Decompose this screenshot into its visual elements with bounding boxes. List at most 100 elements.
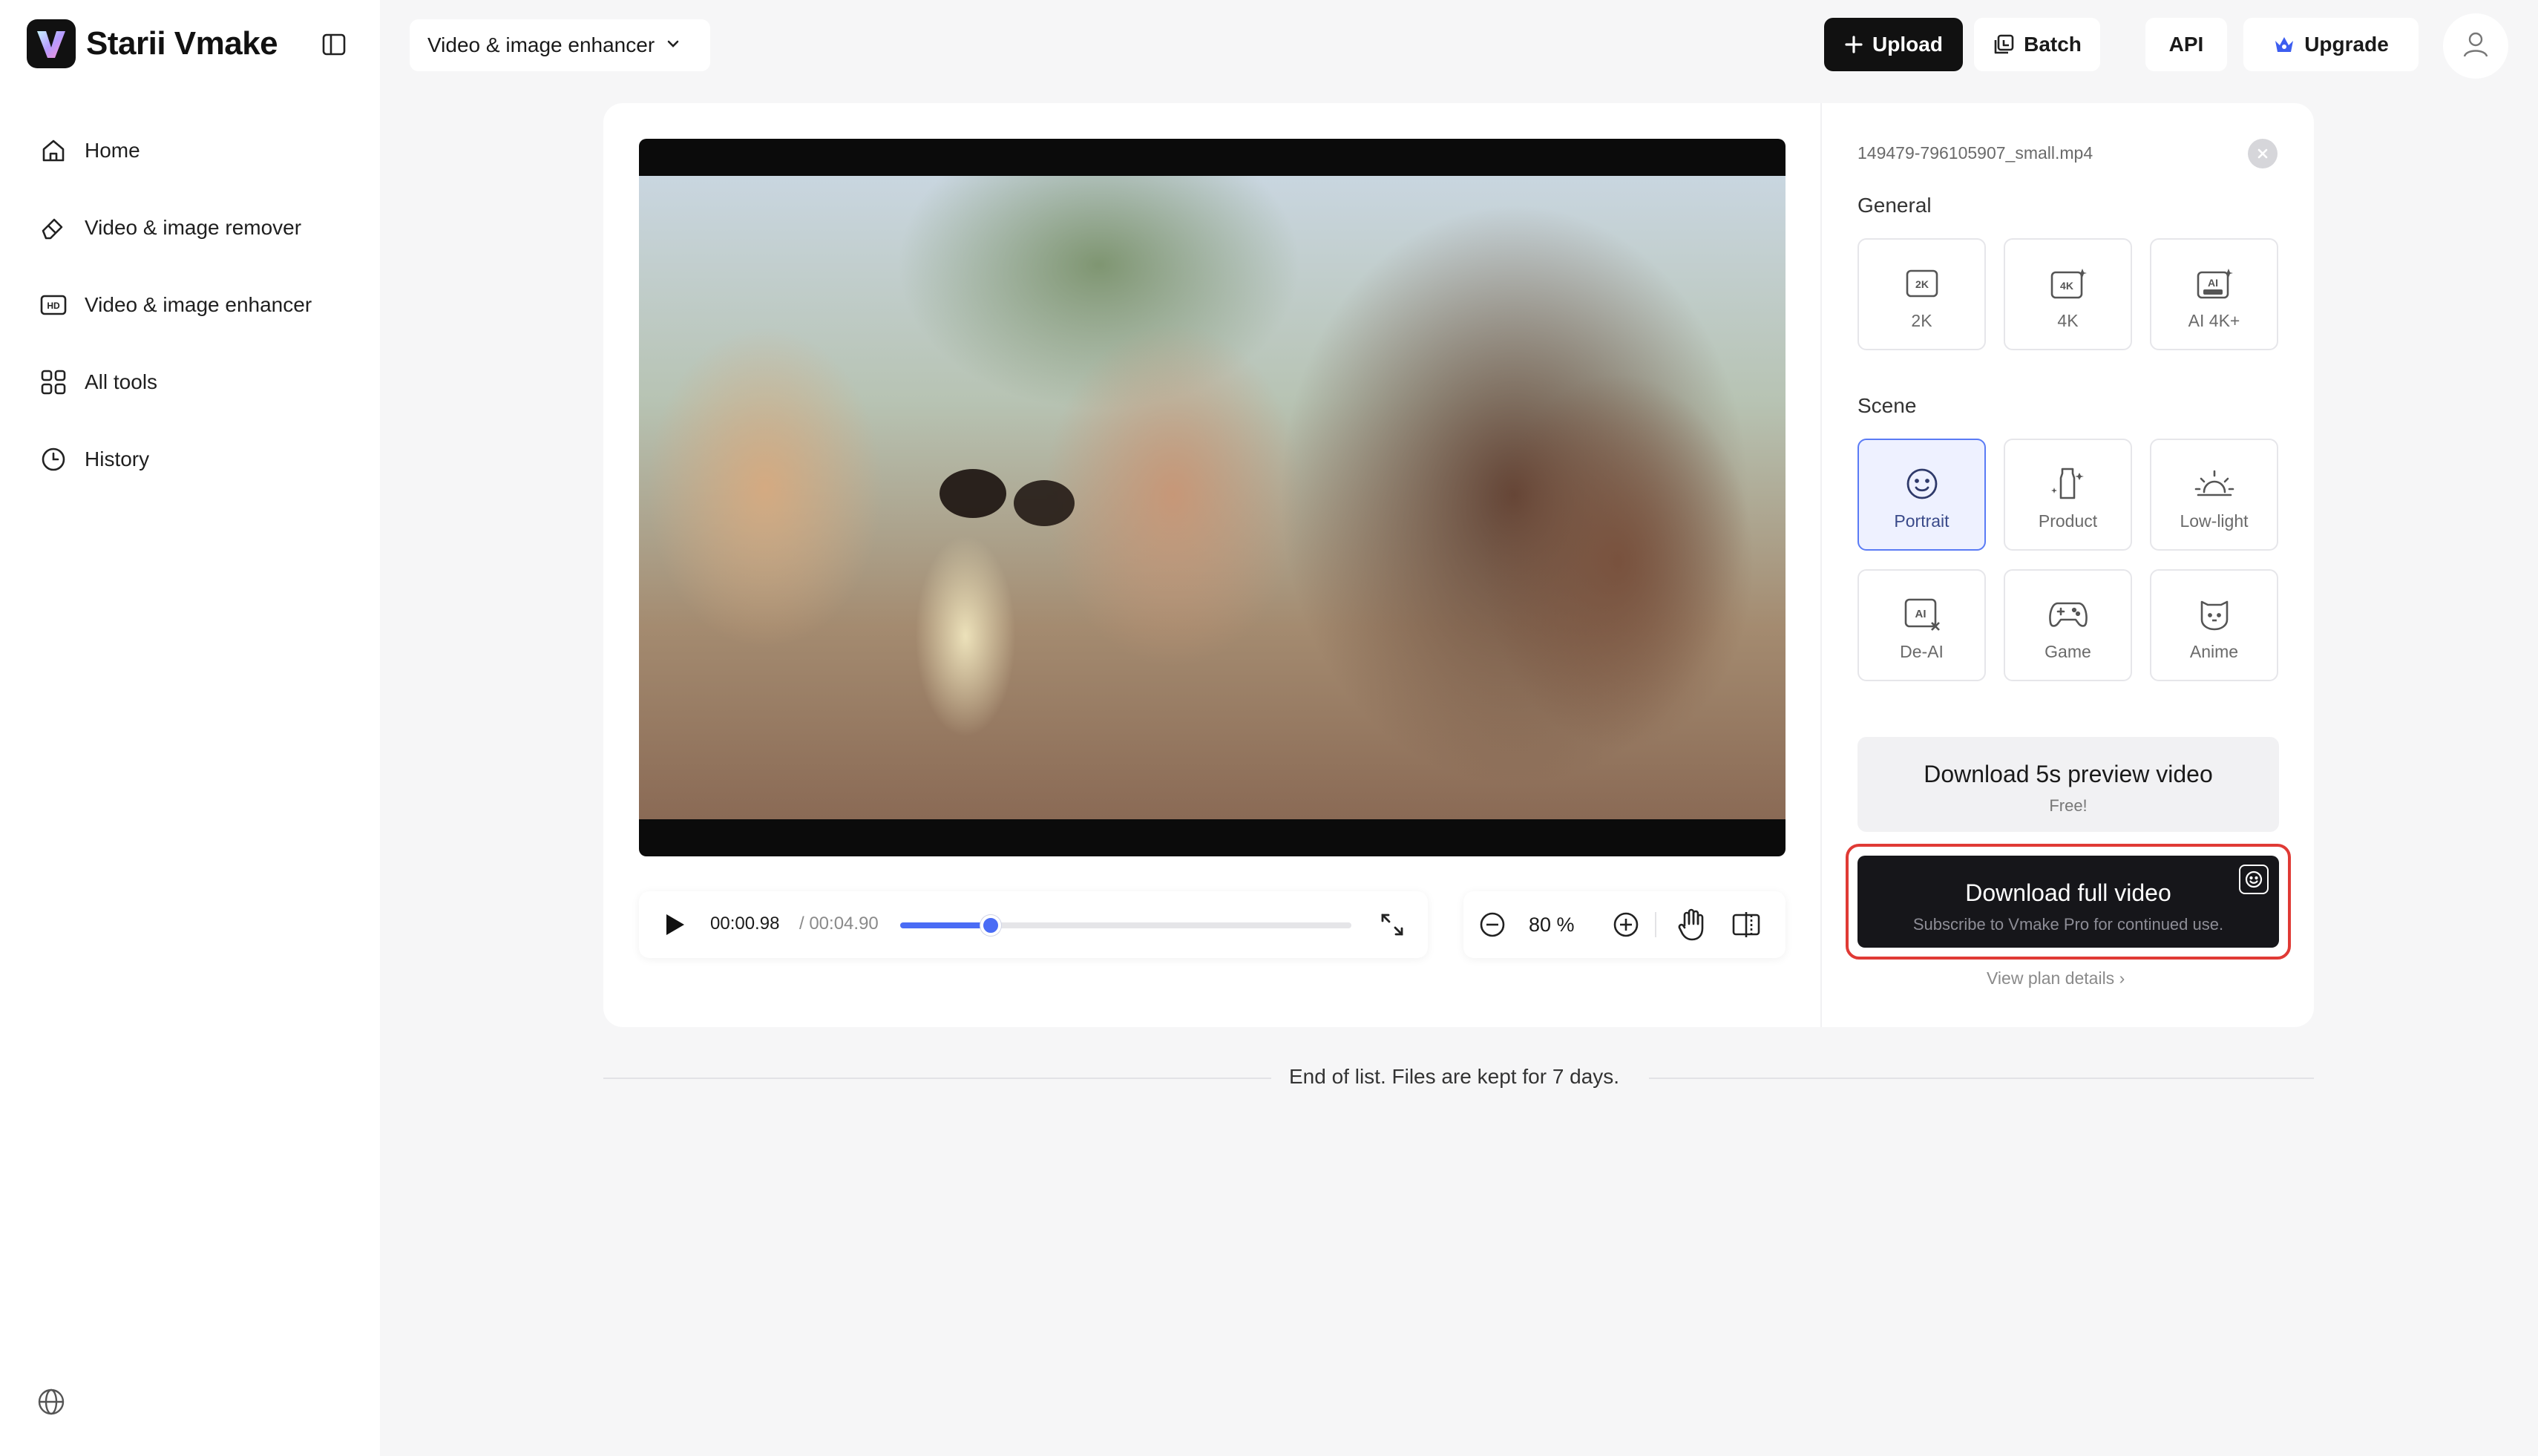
upgrade-label: Upgrade xyxy=(2304,33,2389,56)
progress-thumb[interactable] xyxy=(980,915,1001,936)
sidebar-item-enhancer[interactable]: HD Video & image enhancer xyxy=(21,272,359,338)
svg-text:4K: 4K xyxy=(2060,280,2073,292)
option-label: 2K xyxy=(1911,311,1932,330)
batch-label: Batch xyxy=(2024,33,2082,56)
scene-de-ai[interactable]: AI De-AI xyxy=(1857,569,1986,681)
user-avatar[interactable] xyxy=(2443,13,2508,79)
sidebar: Starii Vmake Home Video & image remover xyxy=(0,0,380,1456)
option-label: Game xyxy=(2044,642,2091,661)
svg-text:HD: HD xyxy=(47,301,60,311)
fullscreen-icon[interactable] xyxy=(1377,909,1408,940)
option-4k[interactable]: 4K 4K xyxy=(2004,238,2132,350)
sidebar-toggle-icon[interactable] xyxy=(319,30,349,59)
hd-icon: HD xyxy=(39,290,68,320)
plus-icon xyxy=(1844,35,1863,54)
sidebar-item-remover[interactable]: Video & image remover xyxy=(21,194,359,261)
api-label: API xyxy=(2168,33,2204,56)
zoom-controls: 80 % xyxy=(1463,891,1786,958)
scene-game[interactable]: Game xyxy=(2004,569,2132,681)
batch-button[interactable]: Batch xyxy=(1974,18,2100,71)
panel-divider xyxy=(1820,103,1822,1027)
smile-face-icon xyxy=(1905,465,1939,502)
progress-fill xyxy=(900,922,991,928)
video-content-detail xyxy=(940,469,1006,518)
sidebar-item-label: History xyxy=(85,447,150,470)
api-button[interactable]: API xyxy=(2145,18,2227,71)
zoom-out-icon[interactable] xyxy=(1477,909,1508,940)
de-ai-icon: AI xyxy=(1904,596,1941,633)
2k-icon: 2K xyxy=(1905,265,1939,302)
sunrise-icon xyxy=(2194,465,2235,502)
sidebar-item-label: Video & image remover xyxy=(85,216,302,239)
end-of-list-text: End of list. Files are kept for 7 days. xyxy=(1289,1065,1620,1088)
sidebar-item-label: Video & image enhancer xyxy=(85,293,312,316)
preview-button-subtitle: Free! xyxy=(2049,796,2088,815)
sidebar-item-home[interactable]: Home xyxy=(21,117,359,184)
scene-low-light[interactable]: Low-light xyxy=(2150,439,2278,551)
chevron-down-icon xyxy=(665,33,681,57)
divider-right xyxy=(1649,1078,2314,1079)
upload-label: Upload xyxy=(1872,33,1943,56)
scene-anime[interactable]: Anime xyxy=(2150,569,2278,681)
sidebar-nav: Home Video & image remover HD Video & im… xyxy=(21,117,359,503)
close-icon[interactable] xyxy=(2248,139,2278,168)
option-label: AI 4K+ xyxy=(2188,311,2240,330)
scene-section-label: Scene xyxy=(1857,394,1917,417)
hand-pan-icon[interactable] xyxy=(1676,908,1708,942)
scene-product[interactable]: Product xyxy=(2004,439,2132,551)
video-frame-image xyxy=(639,176,1786,819)
current-time: 00:00.98 xyxy=(710,914,780,934)
language-globe-icon[interactable] xyxy=(37,1388,67,1417)
grid-icon xyxy=(39,367,68,397)
preview-button-title: Download 5s preview video xyxy=(1924,761,2213,787)
app-name: Starii Vmake xyxy=(86,25,278,62)
editor-card: 00:00.98 / 00:04.90 80 % 149479-79610590… xyxy=(603,103,2314,1027)
batch-icon xyxy=(1993,33,2015,56)
option-label: Low-light xyxy=(2180,511,2249,531)
crown-icon xyxy=(2273,35,2295,54)
sidebar-item-history[interactable]: History xyxy=(21,426,359,493)
progress-slider[interactable] xyxy=(900,915,1351,936)
video-preview[interactable] xyxy=(639,139,1786,856)
ai-ultra-icon: AI xyxy=(2196,265,2233,302)
upload-button[interactable]: Upload xyxy=(1824,18,1963,71)
product-bottle-icon xyxy=(2050,465,2087,502)
svg-text:AI: AI xyxy=(2208,277,2218,289)
bear-face-icon xyxy=(2196,596,2233,633)
divider-left xyxy=(603,1078,1271,1079)
user-icon xyxy=(2461,30,2491,63)
zoom-in-icon[interactable] xyxy=(1610,909,1642,940)
option-label: Portrait xyxy=(1894,511,1950,531)
vmake-logo-icon xyxy=(27,19,76,68)
upgrade-button[interactable]: Upgrade xyxy=(2243,18,2419,71)
option-2k[interactable]: 2K 2K xyxy=(1857,238,1986,350)
sidebar-item-label: Home xyxy=(85,139,140,162)
download-preview-button[interactable]: Download 5s preview video Free! xyxy=(1857,737,2279,832)
play-icon[interactable] xyxy=(660,911,688,939)
sidebar-item-all-tools[interactable]: All tools xyxy=(21,349,359,416)
svg-text:2K: 2K xyxy=(1915,278,1929,290)
smile-badge-icon xyxy=(2239,865,2269,894)
svg-text:AI: AI xyxy=(1915,608,1926,620)
view-plan-details-link[interactable]: View plan details › xyxy=(1987,968,2125,988)
eraser-icon xyxy=(39,213,68,243)
gamepad-icon xyxy=(2047,596,2089,633)
tool-select-dropdown[interactable]: Video & image enhancer xyxy=(410,19,710,71)
video-content-detail xyxy=(1014,480,1075,526)
option-ai-4k-plus[interactable]: AI AI 4K+ xyxy=(2150,238,2278,350)
full-button-subtitle: Subscribe to Vmake Pro for continued use… xyxy=(1912,915,2224,934)
clock-icon xyxy=(39,445,68,474)
compare-split-icon[interactable] xyxy=(1731,909,1762,940)
sidebar-item-label: All tools xyxy=(85,370,158,393)
app-logo[interactable]: Starii Vmake xyxy=(27,19,278,68)
player-controls: 00:00.98 / 00:04.90 xyxy=(639,891,1428,958)
general-section-label: General xyxy=(1857,194,1932,217)
file-name: 149479-796105907_small.mp4 xyxy=(1857,143,2093,163)
total-time: / 00:04.90 xyxy=(799,914,879,934)
option-label: De-AI xyxy=(1900,642,1944,661)
full-button-title: Download full video xyxy=(1965,879,2171,906)
4k-icon: 4K xyxy=(2050,265,2087,302)
download-full-video-button[interactable]: Download full video Subscribe to Vmake P… xyxy=(1857,856,2279,948)
home-icon xyxy=(39,136,68,165)
scene-portrait[interactable]: Portrait xyxy=(1857,439,1986,551)
